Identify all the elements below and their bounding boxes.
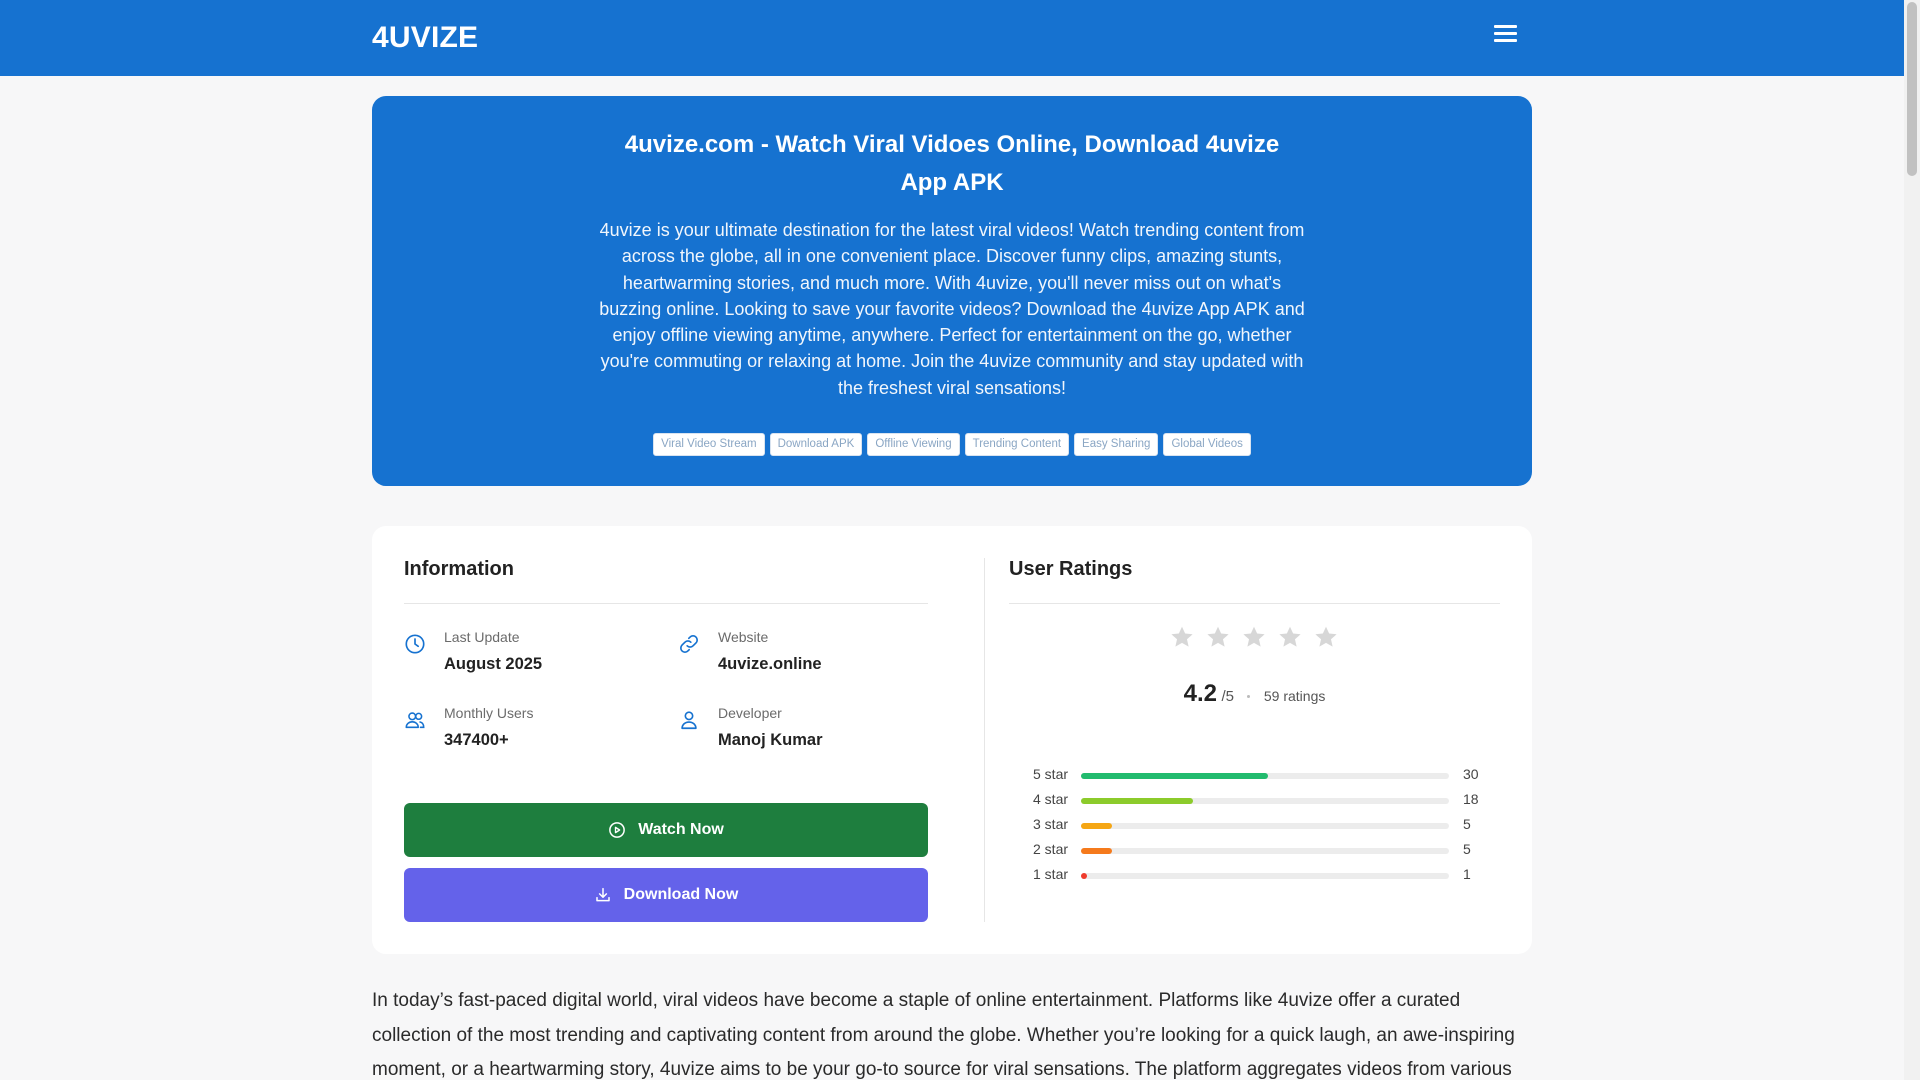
rating-row: 1 star 1	[1033, 866, 1473, 886]
website-link[interactable]: 4uvize.online	[718, 655, 822, 674]
rating-out-of: /5	[1221, 688, 1234, 705]
ratings-divider	[1009, 603, 1500, 604]
tag-list: Viral Video Stream Download APK Offline …	[372, 433, 1532, 456]
rating-summary: 4.2 /5 59 ratings	[1009, 680, 1500, 708]
download-now-button[interactable]: Download Now	[404, 868, 928, 922]
rating-row-count: 30	[1463, 766, 1479, 782]
rating-row-count: 18	[1463, 791, 1479, 807]
tag-global-videos[interactable]: Global Videos	[1163, 433, 1251, 456]
top-navbar: 4UVIZE	[0, 0, 1904, 76]
rating-bar-fill	[1081, 873, 1087, 879]
rating-row-label: 3 star	[1033, 816, 1069, 832]
rating-bar-fill	[1081, 798, 1193, 804]
info-value: Manoj Kumar	[718, 731, 823, 749]
star-icon	[1243, 626, 1265, 647]
info-label: Developer	[718, 705, 782, 721]
star-icon	[1315, 626, 1337, 647]
play-circle-icon	[609, 822, 626, 838]
rating-row-count: 5	[1463, 816, 1471, 832]
watch-now-button[interactable]: Watch Now	[404, 803, 928, 857]
article-intro: In today’s fast-paced digital world, vir…	[372, 990, 1515, 1080]
information-divider	[404, 603, 928, 604]
scrollbar-thumb[interactable]	[1907, 2, 1917, 176]
download-icon	[595, 887, 610, 902]
rating-bar-fill	[1081, 848, 1112, 854]
rating-score: 4.2	[1183, 680, 1217, 707]
watch-now-label: Watch Now	[638, 821, 724, 838]
tag-offline-viewing[interactable]: Offline Viewing	[867, 433, 960, 456]
tag-trending-content[interactable]: Trending Content	[964, 433, 1070, 456]
column-divider	[984, 558, 985, 922]
rating-bar-track	[1081, 823, 1449, 829]
rating-row: 2 star 5	[1033, 841, 1473, 861]
download-now-label: Download Now	[623, 886, 739, 903]
hero-banner: 4uvize.com - Watch Viral Vidoes Online, …	[372, 96, 1532, 486]
info-value: August 2025	[444, 655, 543, 673]
hero-title: 4uvize.com - Watch Viral Vidoes Online, …	[624, 131, 1280, 196]
rating-bar-fill	[1081, 773, 1268, 779]
tag-easy-sharing[interactable]: Easy Sharing	[1074, 433, 1159, 456]
rating-row-label: 4 star	[1033, 791, 1069, 807]
star-icon	[1171, 626, 1193, 647]
rating-bar-track	[1081, 873, 1449, 879]
star-rating	[1169, 624, 1339, 650]
rating-bar-track	[1081, 798, 1449, 804]
user-ratings-panel: User Ratings 4.2 /5 59 ratings 5 star 30 4…	[1009, 558, 1500, 922]
rating-bar-track	[1081, 773, 1449, 779]
rating-bar-fill	[1081, 823, 1112, 829]
link-icon	[680, 635, 698, 653]
tag-viral-video-stream[interactable]: Viral Video Stream	[653, 433, 765, 456]
rating-count: 59 ratings	[1263, 688, 1326, 704]
information-title: Information	[404, 558, 514, 580]
rating-row-count: 5	[1463, 841, 1471, 857]
hero-description: 4uvize is your ultimate destination for …	[599, 220, 1305, 398]
info-label: Last Update	[444, 629, 520, 645]
rating-row: 3 star 5	[1033, 816, 1473, 836]
info-label: Website	[718, 629, 769, 645]
rating-row-label: 2 star	[1033, 841, 1069, 857]
app-info-card: Information Last Update August 2025 Webs…	[372, 526, 1532, 954]
rating-row-label: 1 star	[1033, 866, 1069, 882]
clock-icon	[405, 634, 425, 654]
brand-logo[interactable]: 4UVIZE	[372, 21, 478, 55]
users-icon	[405, 712, 425, 729]
page-scrollbar[interactable]	[1904, 0, 1920, 1080]
rating-row: 5 star 30	[1033, 766, 1479, 786]
rating-row-count: 1	[1463, 866, 1471, 882]
information-panel: Information Last Update August 2025 Webs…	[404, 558, 928, 788]
user-icon	[681, 711, 697, 730]
user-ratings-title: User Ratings	[1009, 558, 1133, 580]
separator-dot	[1247, 695, 1251, 699]
rating-row: 4 star 18	[1033, 791, 1479, 811]
info-value: 347400+	[444, 731, 509, 749]
star-icon	[1279, 626, 1301, 647]
rating-bar-track	[1081, 848, 1449, 854]
star-icon	[1207, 626, 1229, 647]
hamburger-menu-icon[interactable]	[1494, 25, 1522, 47]
tag-download-apk[interactable]: Download APK	[769, 433, 863, 456]
info-label: Monthly Users	[444, 705, 534, 721]
rating-row-label: 5 star	[1033, 766, 1069, 782]
